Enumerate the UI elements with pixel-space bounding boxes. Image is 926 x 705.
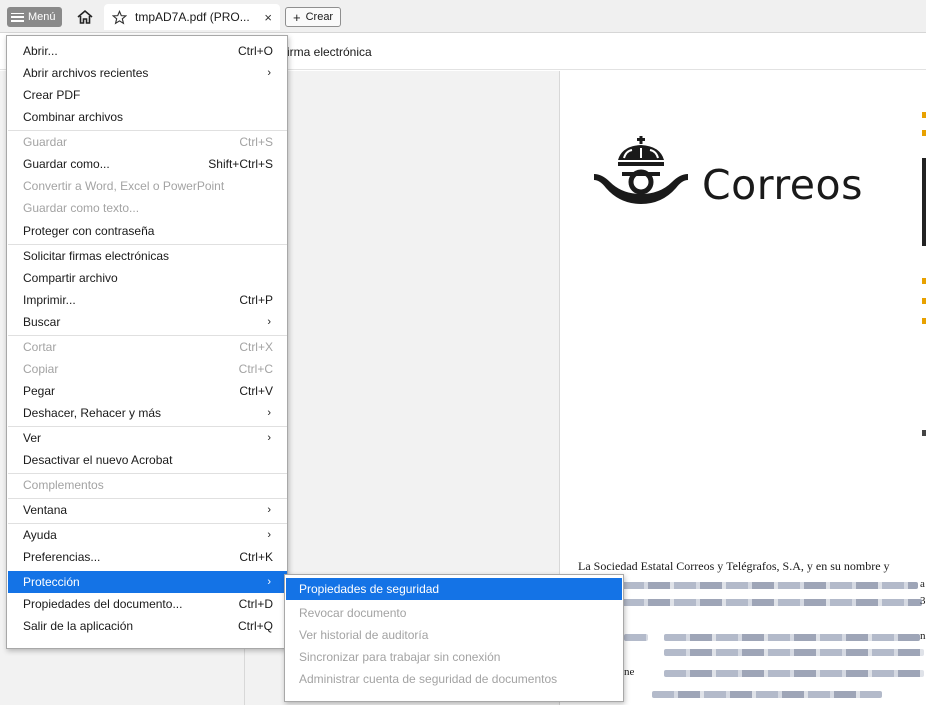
home-icon[interactable] (76, 8, 94, 26)
menu-item-proteger[interactable]: Proteger con contraseña (8, 220, 287, 242)
menu-item-ver[interactable]: Ver › (8, 427, 287, 449)
menu-item-abrir[interactable]: Abrir... Ctrl+O (8, 40, 287, 62)
menu-item-compartir[interactable]: Compartir archivo (8, 267, 287, 289)
menu-item-complementos[interactable]: Complementos (8, 474, 287, 496)
protection-submenu: Propiedades de seguridad Revocar documen… (284, 574, 624, 702)
menu-item-buscar[interactable]: Buscar › (8, 311, 287, 333)
submenu-item-revocar[interactable]: Revocar documento (286, 602, 622, 624)
menu-item-propiedades-documento[interactable]: Propiedades del documento... Ctrl+D (8, 593, 287, 615)
menu-item-cortar[interactable]: Cortar Ctrl+X (8, 336, 287, 358)
tab-title: tmpAD7A.pdf (PRO... (135, 10, 250, 24)
menu-item-preferencias[interactable]: Preferencias... Ctrl+K (8, 546, 287, 568)
menu-item-desactivar-acrobat[interactable]: Desactivar el nuevo Acrobat (8, 449, 287, 471)
menu-item-copiar[interactable]: Copiar Ctrl+C (8, 358, 287, 380)
document-body-text: La Sociedad Estatal Correos y Telégrafos… (578, 559, 890, 573)
accent-mark (922, 318, 926, 324)
redacted-text (622, 582, 918, 589)
menu-item-guardar-como[interactable]: Guardar como... Shift+Ctrl+S (8, 153, 287, 175)
submenu-item-administrar-cuenta[interactable]: Administrar cuenta de seguridad de docum… (286, 668, 622, 690)
correos-crown-horn-icon (594, 136, 688, 204)
menu-item-guardar[interactable]: Guardar Ctrl+S (8, 131, 287, 153)
document-tab[interactable]: tmpAD7A.pdf (PRO... × (104, 4, 280, 30)
accent-mark (922, 298, 926, 304)
submenu-item-sincronizar[interactable]: Sincronizar para trabajar sin conexión (286, 646, 622, 668)
menu-item-crear-pdf[interactable]: Crear PDF (8, 84, 287, 106)
menu-item-combinar[interactable]: Combinar archivos (8, 106, 287, 128)
logo-wordmark: Correos (702, 161, 863, 209)
menu-item-salir[interactable]: Salir de la aplicación Ctrl+Q (8, 615, 287, 637)
accent-mark (922, 430, 926, 436)
menu-item-pegar[interactable]: Pegar Ctrl+V (8, 380, 287, 402)
menu-item-guardar-texto[interactable]: Guardar como texto... (8, 197, 287, 219)
menu-item-ayuda[interactable]: Ayuda › (8, 524, 287, 546)
accent-mark (922, 278, 926, 284)
redacted-text (622, 599, 922, 606)
menu-item-solicitar-firmas[interactable]: Solicitar firmas electrónicas (8, 245, 287, 267)
menu-item-convertir[interactable]: Convertir a Word, Excel o PowerPoint (8, 175, 287, 197)
menu-button[interactable]: Menú (7, 7, 62, 27)
menu-item-abrir-recientes[interactable]: Abrir archivos recientes › (8, 62, 287, 84)
redacted-text (652, 691, 882, 698)
menu-item-deshacer[interactable]: Deshacer, Rehacer y más › (8, 402, 287, 424)
tab-bar: Menú tmpAD7A.pdf (PRO... × + Crear (0, 0, 926, 33)
plus-icon: + (293, 9, 301, 25)
document-snippet: 3 (920, 595, 926, 607)
accent-mark (922, 130, 926, 136)
create-button[interactable]: + Crear (285, 7, 342, 27)
menu-item-imprimir[interactable]: Imprimir... Ctrl+P (8, 289, 287, 311)
star-icon[interactable] (112, 9, 127, 25)
redacted-text (664, 670, 924, 677)
menu-item-proteccion[interactable]: Protección › (8, 571, 287, 593)
submenu-item-propiedades-seguridad[interactable]: Propiedades de seguridad (286, 578, 622, 600)
page-black-bar (922, 158, 926, 246)
document-snippet: n (920, 630, 926, 642)
document-snippet: ne (624, 666, 635, 678)
document-snippet: a (920, 578, 925, 590)
accent-mark (922, 112, 926, 118)
redacted-text (624, 634, 648, 641)
menu-item-ventana[interactable]: Ventana › (8, 499, 287, 521)
close-tab-icon[interactable]: × (264, 10, 272, 25)
redacted-text (664, 649, 924, 656)
redacted-text (664, 634, 920, 641)
hamburger-icon (11, 12, 24, 22)
correos-logo: Correos (592, 136, 863, 210)
toolbar-esign-label[interactable]: irma electrónica (287, 45, 372, 59)
main-menu: Abrir... Ctrl+O Abrir archivos recientes ›… (6, 35, 288, 649)
menu-button-label: Menú (28, 11, 56, 23)
submenu-item-historial-auditoria[interactable]: Ver historial de auditoría (286, 624, 622, 646)
create-button-label: Crear (305, 11, 334, 23)
